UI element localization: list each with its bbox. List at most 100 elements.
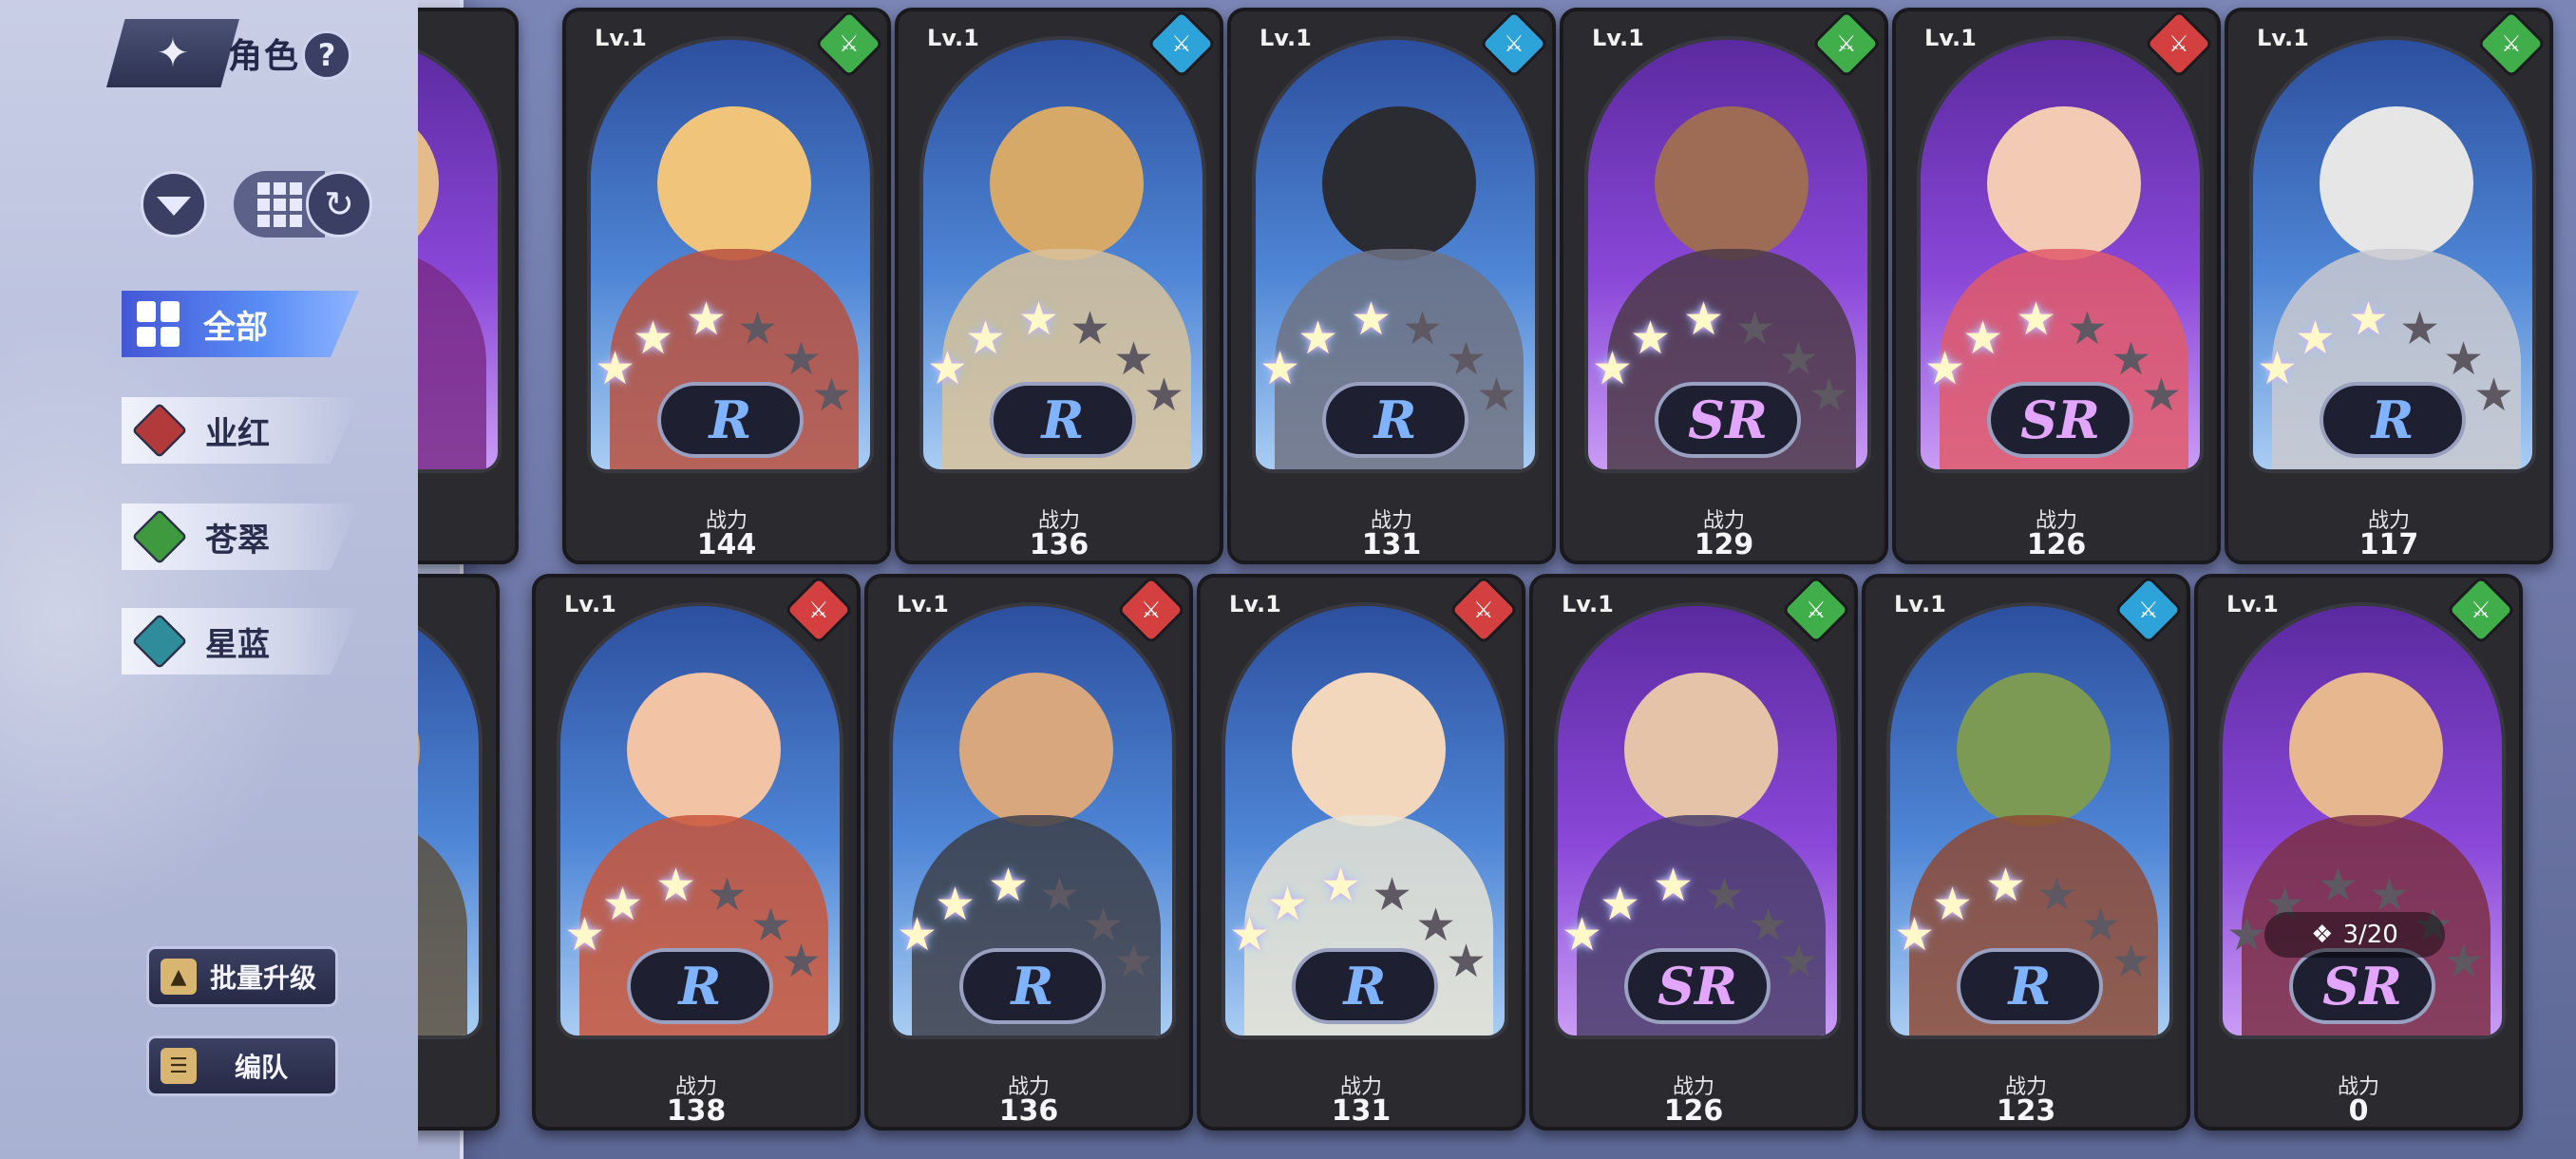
- star-icon: ★: [1446, 935, 1487, 988]
- star-icon: ★: [2016, 293, 2057, 346]
- element-badge-icon: ⚔: [1479, 11, 1549, 79]
- character-card[interactable]: Lv.1 ⚔ ★ ★ ★ ★ ★ ★ R 战力 117: [2225, 8, 2553, 564]
- filter-button[interactable]: [141, 171, 207, 238]
- star-icon: ★: [1734, 302, 1776, 355]
- star-icon: ★: [1932, 878, 1974, 931]
- batch-upgrade-button[interactable]: ▲ 批量升级: [146, 946, 338, 1007]
- star-icon: ★: [1704, 868, 1746, 922]
- character-portrait: [1624, 673, 1778, 826]
- level-label: Lv.1: [2226, 591, 2279, 618]
- character-card[interactable]: Lv.1 ⚔ ★ ★ ★ ★ ★ ★ R 战力 131: [1227, 8, 1556, 564]
- power-value: 131: [1331, 1094, 1392, 1128]
- category-tab[interactable]: 星蓝: [122, 608, 359, 674]
- star-rating: ★ ★ ★ ★ ★ ★: [1924, 293, 2182, 418]
- character-portrait: [1655, 106, 1809, 260]
- star-icon: ★: [935, 878, 976, 931]
- star-icon: ★: [2369, 868, 2411, 922]
- character-card[interactable]: Lv.1 ⚔ ★ ★ ★ ★ ★ ★ SR 战力 126: [1529, 574, 1858, 1130]
- category-tab[interactable]: 苍翠: [122, 504, 359, 570]
- formation-button[interactable]: ☰ 编队: [146, 1036, 338, 1096]
- rarity-badge: SR: [1987, 382, 2133, 458]
- star-icon: ★: [965, 312, 1007, 365]
- character-card[interactable]: Lv.1 ⚔ ★ ★ ★ ★ ★ ★ SR 战力 0 ❖ 3/20: [2194, 574, 2523, 1130]
- refresh-button[interactable]: ↻: [306, 171, 372, 238]
- power-value: 131: [1361, 528, 1422, 561]
- character-portrait: [418, 673, 420, 826]
- star-icon: ★: [1229, 908, 1271, 961]
- back-button[interactable]: ✦: [106, 19, 239, 87]
- rarity-badge: R: [1957, 948, 2103, 1024]
- character-card[interactable]: Lv.1 ⚔ ★ ★ ★ ★ ★ ★ R 战力 138: [532, 574, 861, 1130]
- rarity-badge: SR: [1655, 382, 1801, 458]
- character-portrait: [1987, 106, 2141, 260]
- star-icon: ★: [564, 908, 606, 961]
- back-arrow-icon: ✦: [156, 30, 190, 75]
- element-badge-icon: ⚔: [1116, 578, 1186, 645]
- star-icon: ★: [1562, 908, 1603, 961]
- star-icon: ★: [2226, 908, 2268, 961]
- character-portrait: [418, 106, 439, 260]
- star-icon: ★: [2399, 302, 2441, 355]
- puzzle-icon: ❖: [2311, 921, 2334, 949]
- character-card[interactable]: [418, 574, 500, 1130]
- power-value: 126: [2026, 528, 2087, 561]
- character-portrait: [1322, 106, 1476, 260]
- character-portrait: [2289, 673, 2443, 826]
- star-icon: ★: [1630, 312, 1672, 365]
- star-icon: ★: [1113, 935, 1155, 988]
- star-icon: ★: [707, 868, 748, 922]
- rarity-badge: R: [1292, 948, 1438, 1024]
- rarity-badge: R: [990, 382, 1136, 458]
- level-label: Lv.1: [1894, 591, 1946, 618]
- power-value: 126: [1663, 1094, 1724, 1128]
- star-rating: ★ ★ ★ ★ ★ ★: [1592, 296, 1849, 418]
- character-portrait: [1957, 673, 2111, 826]
- category-tab[interactable]: 业红: [122, 397, 359, 464]
- character-portrait: [2320, 106, 2473, 260]
- star-icon: ★: [2257, 342, 2299, 395]
- power-value: 0: [2348, 1094, 2369, 1128]
- star-icon: ★: [1962, 312, 2004, 365]
- element-badge-icon: ⚔: [2446, 578, 2516, 645]
- help-button[interactable]: ?: [302, 30, 351, 80]
- star-icon: ★: [1600, 878, 1641, 931]
- character-card[interactable]: Lv.1 ⚔ ★ ★ ★ ★ ★ ★ SR 战力 129: [1560, 8, 1888, 564]
- portrait-frame: [418, 36, 502, 473]
- character-card[interactable]: Lv.1 ⚔ ★ ★ ★ ★ ★ ★ R 战力 144: [562, 8, 891, 564]
- character-portrait: [1292, 673, 1446, 826]
- rarity-badge: SR: [2289, 948, 2435, 1024]
- star-icon: ★: [2141, 369, 2183, 422]
- star-icon: ★: [2348, 293, 2390, 346]
- left-panel: ✦ 角色 ? ↻ 全部业红苍翠星蓝 ▲ 批量升级 ☰ 编队: [0, 0, 464, 1159]
- character-card[interactable]: Lv.1 ⚔ ★ ★ ★ ★ ★ ★ R 战力 136: [895, 8, 1223, 564]
- rarity-badge: R: [627, 948, 773, 1024]
- element-badge-icon: ⚔: [2144, 11, 2214, 79]
- character-card[interactable]: Lv.1 ⚔ ★ ★ ★ ★ ★ ★ R 战力 123: [1862, 574, 2190, 1130]
- star-rating: ★ ★ ★ ★ ★ ★: [1229, 863, 1487, 984]
- level-label: Lv.1: [927, 25, 979, 51]
- rarity-badge: R: [2320, 382, 2466, 458]
- power-value: 136: [1029, 528, 1089, 561]
- star-icon: ★: [1070, 302, 1111, 355]
- level-label: Lv.1: [1229, 591, 1281, 618]
- power-value: 138: [666, 1094, 727, 1128]
- power-value: 136: [998, 1094, 1059, 1128]
- fragment-counter: ❖ 3/20: [2264, 912, 2445, 958]
- character-card[interactable]: [418, 8, 519, 564]
- star-icon: ★: [686, 293, 728, 346]
- element-icon: [131, 613, 188, 670]
- element-badge-icon: ⚔: [2113, 578, 2184, 645]
- star-rating: ★ ★ ★ ★ ★ ★: [1894, 863, 2151, 984]
- rarity-badge: R: [959, 948, 1106, 1024]
- category-tab[interactable]: 全部: [122, 291, 359, 357]
- formation-label: 编队: [235, 1052, 289, 1083]
- character-card[interactable]: Lv.1 ⚔ ★ ★ ★ ★ ★ ★ SR 战力 126: [1892, 8, 2221, 564]
- element-badge-icon: ⚔: [784, 578, 854, 645]
- element-badge-icon: ⚔: [1146, 11, 1217, 79]
- character-card[interactable]: Lv.1 ⚔ ★ ★ ★ ★ ★ ★ R 战力 136: [864, 574, 1193, 1130]
- page-title: 角色: [228, 37, 301, 76]
- star-icon: ★: [2318, 859, 2359, 912]
- character-card[interactable]: Lv.1 ⚔ ★ ★ ★ ★ ★ ★ R 战力 131: [1197, 574, 1525, 1130]
- star-icon: ★: [781, 935, 823, 988]
- category-label: 星蓝: [205, 625, 270, 664]
